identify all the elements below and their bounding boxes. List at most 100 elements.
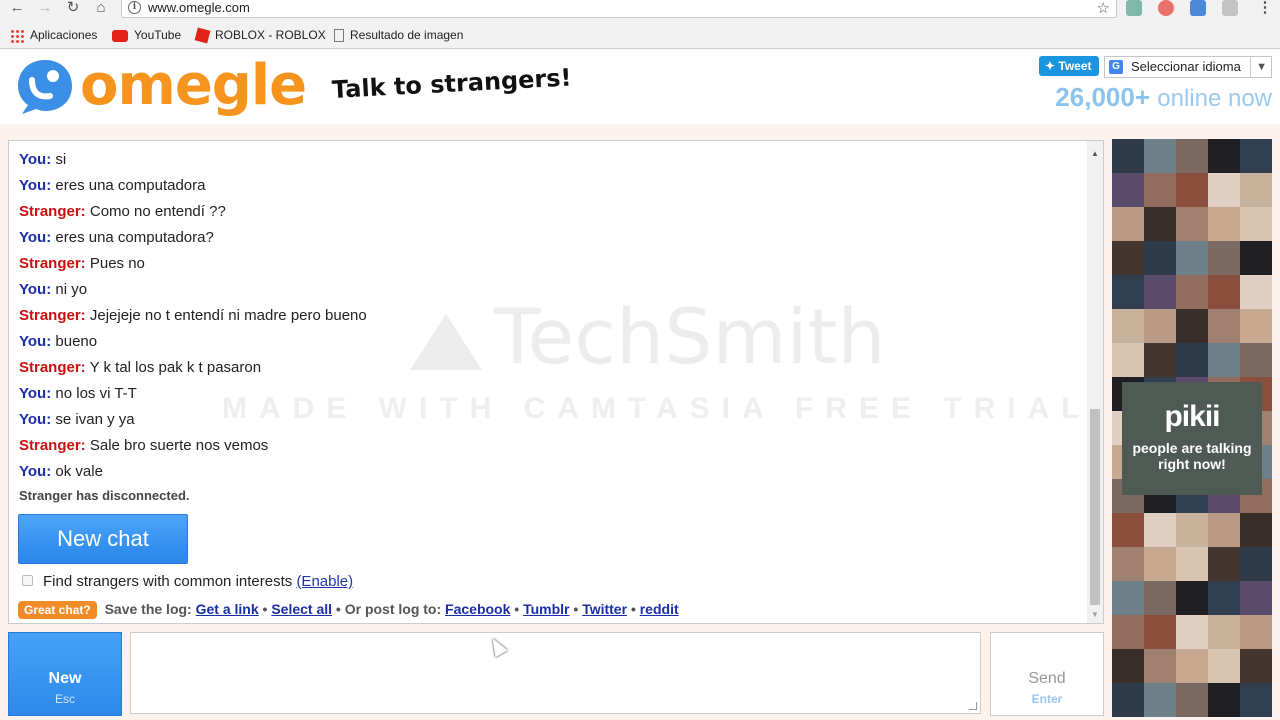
bookmark-label: Aplicaciones — [30, 28, 98, 42]
select-all-link[interactable]: Select all — [271, 601, 332, 617]
ad-photo-tile — [1240, 547, 1272, 581]
ad-banner[interactable]: pikii people are talking right now! — [1112, 139, 1272, 720]
online-counter: 26,000+ online now — [1055, 82, 1272, 113]
ad-photo-tile — [1144, 309, 1176, 343]
message-sender: Stranger: — [19, 255, 86, 272]
logo-text[interactable]: omegle — [80, 54, 307, 118]
ad-photo-tile — [1208, 309, 1240, 343]
tweet-button[interactable]: ✦ Tweet — [1039, 56, 1099, 76]
message-text: eres una computadora? — [55, 229, 214, 246]
ad-brand: pikii — [1164, 400, 1220, 433]
ad-card[interactable]: pikii people are talking right now! — [1122, 382, 1262, 495]
chat-message: Stranger: Y k tal los pak k t pasaron — [19, 355, 1079, 381]
bookmark-apps[interactable]: Aplicaciones — [10, 26, 97, 44]
resize-grip-icon[interactable] — [969, 702, 977, 710]
tumblr-link[interactable]: Tumblr — [523, 601, 569, 617]
forward-icon[interactable]: → — [34, 0, 56, 18]
bookmark-star-icon[interactable]: ☆ — [1097, 0, 1110, 17]
scroll-up-icon[interactable]: ▲ — [1087, 149, 1103, 158]
address-bar[interactable]: i www.omegle.com ☆ — [121, 0, 1117, 18]
message-sender: Stranger: — [19, 437, 86, 454]
menu-icon[interactable]: ⋮ — [1254, 0, 1276, 18]
chat-message: You: si — [19, 147, 1079, 173]
new-chat-button[interactable]: New chat — [18, 514, 188, 564]
bookmark-youtube[interactable]: YouTube — [112, 26, 181, 44]
back-icon[interactable]: ← — [6, 0, 28, 18]
search-extension-icon[interactable] — [1222, 0, 1238, 16]
message-sender: You: — [19, 177, 52, 194]
ad-photo-tile — [1112, 309, 1144, 343]
bookmarks-bar: Aplicaciones YouTube ROBLOX - ROBLOX Res… — [0, 22, 1280, 49]
new-button[interactable]: New Esc — [8, 632, 122, 716]
bookmark-image-result[interactable]: Resultado de imagen — [334, 26, 463, 44]
message-text: Como no entendí ?? — [89, 203, 226, 220]
common-interests-row: Find strangers with common interests (En… — [22, 573, 353, 591]
enable-interests-link[interactable]: (Enable) — [296, 573, 353, 590]
interests-checkbox[interactable] — [22, 574, 33, 586]
message-sender: You: — [19, 411, 52, 428]
message-sender: You: — [19, 463, 52, 480]
info-icon[interactable]: i — [128, 1, 141, 14]
ad-photo-tile — [1112, 275, 1144, 309]
ad-photo-tile — [1240, 207, 1272, 241]
language-select[interactable]: G Seleccionar idioma ▼ — [1104, 56, 1272, 78]
send-button[interactable]: Send Enter — [990, 632, 1104, 716]
message-input[interactable] — [130, 632, 981, 714]
ad-photo-tile — [1208, 241, 1240, 275]
ad-photo-tile — [1240, 513, 1272, 547]
chat-message: You: no los vi T-T — [19, 381, 1079, 407]
language-label: Seleccionar idioma — [1131, 59, 1241, 74]
ad-photo-tile — [1208, 173, 1240, 207]
message-sender: Stranger: — [19, 307, 86, 324]
ad-photo-tile — [1176, 173, 1208, 207]
ad-photo-tile — [1240, 275, 1272, 309]
ad-photo-tile — [1240, 343, 1272, 377]
chat-message: Stranger: Como no entendí ?? — [19, 199, 1079, 225]
ad-photo-tile — [1144, 241, 1176, 275]
extension-icon[interactable] — [1158, 0, 1174, 16]
message-sender: Stranger: — [19, 359, 86, 376]
ad-photo-tile — [1176, 547, 1208, 581]
ad-photo-tile — [1208, 275, 1240, 309]
ad-photo-tile — [1208, 615, 1240, 649]
bookmark-label: YouTube — [134, 28, 182, 42]
tweet-label: Tweet — [1058, 59, 1092, 73]
ad-photo-tile — [1144, 173, 1176, 207]
chat-message: You: ni yo — [19, 277, 1079, 303]
ad-photo-tile — [1208, 683, 1240, 717]
extension-icon[interactable] — [1126, 0, 1142, 16]
ad-photo-tile — [1240, 139, 1272, 173]
get-link-link[interactable]: Get a link — [196, 601, 259, 617]
ad-photo-tile — [1144, 207, 1176, 241]
message-text: Y k tal los pak k t pasaron — [89, 359, 262, 376]
ad-photo-tile — [1176, 207, 1208, 241]
home-icon[interactable]: ⌂ — [90, 0, 112, 18]
chat-message: Stranger: Sale bro suerte nos vemos — [19, 433, 1079, 459]
ad-photo-tile — [1176, 241, 1208, 275]
extension-icon[interactable] — [1190, 0, 1206, 16]
scroll-down-icon[interactable]: ▼ — [1087, 610, 1103, 619]
google-translate-icon: G — [1109, 60, 1123, 74]
ad-photo-tile — [1240, 581, 1272, 615]
ad-photo-tile — [1112, 581, 1144, 615]
reddit-link[interactable]: reddit — [640, 601, 679, 617]
twitter-link[interactable]: Twitter — [582, 601, 627, 617]
message-text: Jejejeje no t entendí ni madre pero buen… — [89, 307, 367, 324]
message-text: ok vale — [55, 463, 103, 480]
new-label: New — [48, 670, 82, 687]
chat-scrollbar[interactable]: ▲ ▼ — [1087, 141, 1103, 623]
facebook-link[interactable]: Facebook — [445, 601, 510, 617]
message-text: eres una computadora — [55, 177, 206, 194]
ad-photo-tile — [1208, 343, 1240, 377]
ad-photo-tile — [1144, 683, 1176, 717]
ad-photo-tile — [1112, 683, 1144, 717]
reload-icon[interactable]: ↻ — [62, 0, 84, 18]
site-header: omegle Talk to strangers! ✦ Tweet G Sele… — [0, 50, 1280, 124]
great-chat-button[interactable]: Great chat? — [18, 601, 97, 619]
bookmark-roblox[interactable]: ROBLOX - ROBLOX — [194, 26, 326, 44]
send-label: Send — [1028, 670, 1066, 687]
apps-grid-icon — [10, 28, 24, 43]
twitter-bird-icon: ✦ — [1045, 59, 1056, 73]
omegle-logo-icon[interactable] — [16, 58, 74, 116]
scrollbar-thumb[interactable] — [1090, 409, 1100, 605]
